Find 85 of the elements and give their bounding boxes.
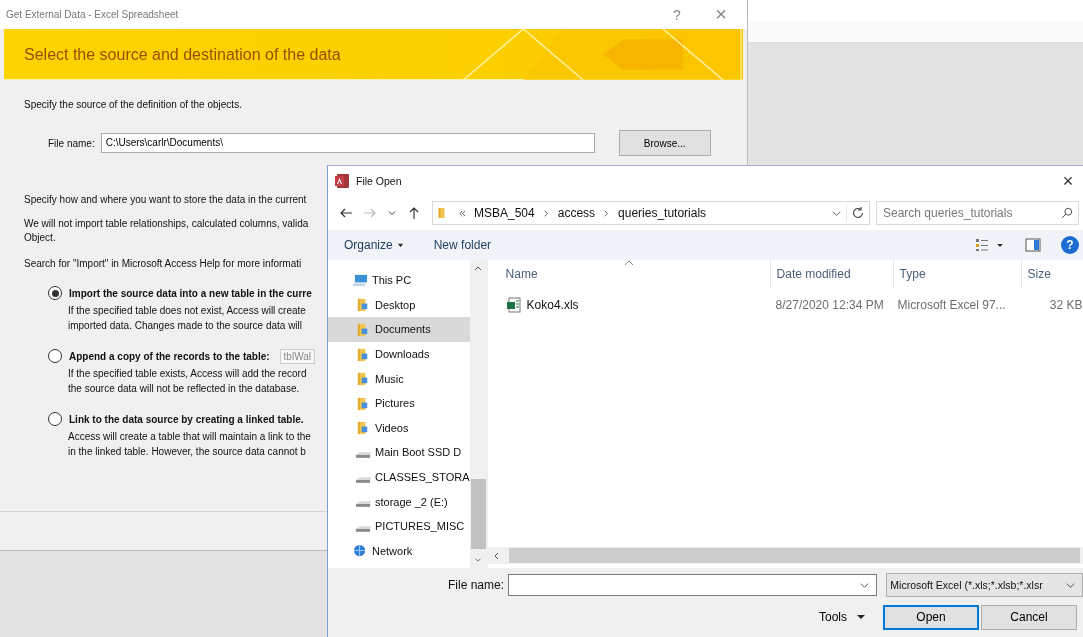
store-prompt: Specify how and where you want to store the data in the current bbox=[24, 194, 307, 205]
date-modified: 8/27/2020 12:34 PM bbox=[774, 298, 885, 312]
nav-item[interactable]: PICTURES_MISC bbox=[328, 513, 470, 539]
vertical-scrollbar[interactable] bbox=[469, 260, 487, 568]
sort-caret-icon bbox=[623, 260, 634, 266]
new-folder-button[interactable]: New folder bbox=[427, 238, 498, 252]
drive-icon bbox=[355, 500, 372, 509]
caret-icon bbox=[857, 615, 865, 619]
help-hint: Search for "Import" in Microsoft Access Help for more informati bbox=[24, 258, 302, 269]
file-type-dropdown[interactable]: Microsoft Excel (*.xls;*.xlsb;*.xlsr bbox=[886, 573, 1083, 597]
column-header[interactable]: Name bbox=[487, 260, 771, 288]
description-line: If the specified table does not exist, Access will create bbox=[67, 304, 306, 318]
scrollbar-thumb[interactable] bbox=[508, 548, 1080, 563]
banner-title: Select the source and destination of the data bbox=[24, 45, 341, 64]
folder-icon bbox=[437, 205, 447, 221]
description-line: Access will create a table that will maintain a link to the bbox=[67, 430, 311, 444]
column-header[interactable]: Type bbox=[893, 260, 1022, 288]
open-button[interactable]: Open bbox=[883, 604, 979, 630]
scrollbar-thumb[interactable] bbox=[470, 479, 486, 549]
column-header[interactable]: Size bbox=[1021, 260, 1083, 288]
column-header[interactable]: Date modified bbox=[770, 260, 894, 288]
horizontal-scrollbar[interactable] bbox=[487, 547, 1083, 564]
app-icon bbox=[334, 173, 350, 189]
window-title: Get External Data - Excel Spreadsheet bbox=[6, 9, 180, 20]
cancel-button[interactable]: Cancel bbox=[981, 604, 1077, 630]
note-line: Object. bbox=[24, 231, 56, 245]
computer-icon bbox=[352, 272, 369, 288]
drive-icon bbox=[355, 475, 372, 484]
address-bar[interactable]: MSBA_504 access queries_tutorials bbox=[432, 201, 870, 225]
radio-button[interactable] bbox=[48, 349, 62, 363]
help-button[interactable]: ? bbox=[655, 0, 699, 29]
nav-item[interactable]: Desktop bbox=[328, 292, 470, 318]
radio-button[interactable] bbox=[48, 412, 62, 426]
view-options-icon[interactable] bbox=[975, 238, 1005, 252]
scroll-up-icon[interactable] bbox=[473, 266, 484, 271]
nav-item[interactable]: Documents bbox=[328, 317, 470, 342]
close-button[interactable]: × bbox=[699, 0, 743, 29]
nav-item[interactable]: Videos bbox=[328, 415, 470, 441]
caret-icon bbox=[396, 241, 404, 249]
breadcrumb[interactable]: queries_tutorials bbox=[618, 206, 707, 220]
description-line: If the specified table exists, Access will add the record bbox=[67, 367, 307, 381]
source-prompt: Specify the source of the definition of the objects. bbox=[24, 99, 242, 110]
spreadsheet-icon bbox=[505, 297, 522, 313]
organize-button[interactable]: Organize bbox=[338, 238, 410, 252]
drive-icon bbox=[355, 450, 372, 459]
preview-pane-icon[interactable] bbox=[1025, 238, 1041, 252]
help-button[interactable]: ? bbox=[1061, 236, 1079, 254]
table-name-field[interactable]: tblWal bbox=[279, 348, 315, 364]
chevron-right-icon[interactable] bbox=[541, 208, 551, 218]
file-name-field[interactable]: C:\Users\carlr\Documents\ bbox=[100, 133, 595, 153]
browse-button[interactable]: Browse... bbox=[618, 130, 711, 156]
option-label[interactable]: Append a copy of the records to the table: bbox=[69, 350, 270, 362]
file-name-label: File name: bbox=[48, 137, 95, 149]
drive-icon bbox=[355, 524, 372, 533]
file-name: Koko4.xls bbox=[526, 298, 579, 312]
note-line: We will not import table relationships, calculated columns, valida bbox=[24, 217, 309, 231]
breadcrumb[interactable]: MSBA_504 bbox=[474, 206, 535, 220]
file-name-field[interactable] bbox=[508, 574, 878, 596]
nav-item[interactable]: Music bbox=[328, 366, 470, 391]
breadcrumb[interactable]: access bbox=[557, 206, 596, 220]
nav-item[interactable]: Pictures bbox=[328, 390, 470, 416]
nav-item[interactable]: CLASSES_STORA bbox=[328, 464, 470, 490]
scroll-down-icon[interactable] bbox=[473, 557, 484, 562]
nav-item[interactable]: Network bbox=[328, 538, 470, 564]
option-label[interactable]: Import the source data into a new table in the curre bbox=[69, 287, 312, 299]
option-label[interactable]: Link to the data source by creating a linked table. bbox=[69, 413, 304, 425]
search-icon bbox=[1061, 207, 1073, 219]
close-button[interactable]: × bbox=[1053, 169, 1083, 193]
double-chevron-icon[interactable] bbox=[458, 208, 467, 218]
nav-item[interactable]: This PC bbox=[328, 268, 470, 293]
description-line: imported data. Changes made to the source data will bbox=[67, 319, 303, 333]
nav-item[interactable]: storage _2 (E:) bbox=[328, 489, 470, 514]
nav-item[interactable]: Main Boot SSD D bbox=[328, 440, 470, 465]
nav-item[interactable]: Downloads bbox=[328, 341, 470, 367]
file-size: 32 KB bbox=[1048, 298, 1083, 312]
description-line: in the linked table. However, the source data cannot b bbox=[67, 445, 306, 459]
description-line: the source data will not be reflected in the database. bbox=[67, 382, 300, 396]
scroll-left-icon[interactable] bbox=[493, 551, 499, 560]
window-title: File Open bbox=[356, 175, 403, 187]
file-type: Microsoft Excel 97... bbox=[896, 298, 1007, 312]
tools-button[interactable]: Tools bbox=[813, 609, 871, 625]
radio-button[interactable] bbox=[48, 286, 62, 300]
file-row[interactable]: Koko4.xls 8/27/2020 12:34 PM Microsoft Excel 97... 32 KB bbox=[487, 294, 1083, 316]
search-field[interactable]: Search queries_tutorials bbox=[876, 201, 1079, 225]
file-name-label: File name: bbox=[448, 578, 505, 592]
